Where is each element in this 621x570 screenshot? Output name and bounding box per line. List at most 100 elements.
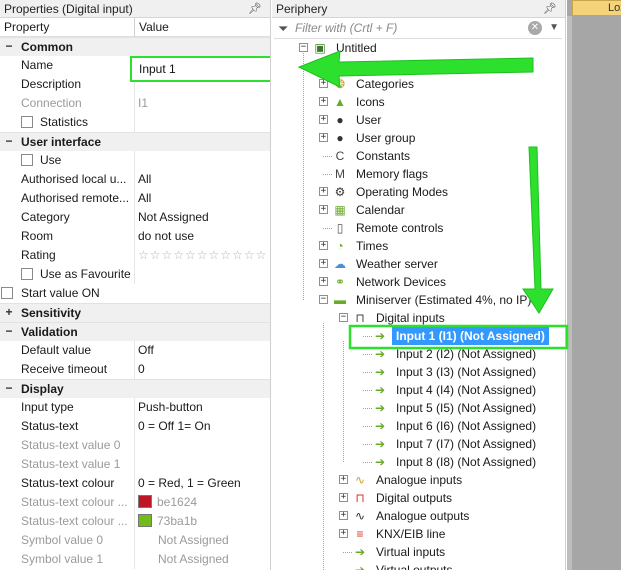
tree-node-label[interactable]: Analogue inputs <box>376 471 462 489</box>
expand-icon[interactable]: + <box>319 241 328 250</box>
property-row[interactable]: Rating ☆☆☆☆☆☆☆☆☆☆☆ <box>0 246 270 265</box>
expand-icon[interactable]: + <box>319 205 328 214</box>
tree-node[interactable]: + ❂ Categories <box>272 75 565 93</box>
tree-node-label[interactable]: Remote controls <box>356 219 443 237</box>
tree-node[interactable]: ➔ Input 7 (I7) (Not Assigned) <box>272 435 565 453</box>
property-row[interactable]: Authorised remote... All <box>0 189 270 208</box>
collapse-icon[interactable]: − <box>319 295 328 304</box>
property-row[interactable]: Status-text colour 0 = Red, 1 = Green <box>0 474 270 493</box>
tree-node-label[interactable]: Digital inputs <box>376 309 445 327</box>
document-tab[interactable]: Loxo <box>572 0 621 16</box>
tree-node[interactable]: + <box>272 57 565 75</box>
expand-icon[interactable]: + <box>339 475 348 484</box>
expand-icon[interactable]: + <box>319 187 328 196</box>
property-category[interactable]: − User interface <box>0 132 270 151</box>
checkbox[interactable] <box>21 116 33 128</box>
tree-node[interactable]: + ∿ Analogue outputs <box>272 507 565 525</box>
clear-filter-icon[interactable]: ✕ <box>528 21 542 35</box>
tree-node-label[interactable]: Virtual outputs <box>376 561 453 570</box>
checkbox[interactable] <box>21 268 33 280</box>
tree-node[interactable]: ▯ Remote controls <box>272 219 565 237</box>
property-value[interactable]: Off <box>138 341 270 360</box>
tree-node[interactable]: ➔ Input 2 (I2) (Not Assigned) <box>272 345 565 363</box>
tree-node-label[interactable]: Categories <box>356 75 414 93</box>
expand-icon[interactable]: + <box>319 259 328 268</box>
tree-node-label[interactable]: Virtual inputs <box>376 543 445 561</box>
collapse-icon[interactable]: − <box>299 43 308 52</box>
property-row[interactable]: Use as Favourite <box>0 265 270 284</box>
property-row[interactable]: Default value Off <box>0 341 270 360</box>
name-field[interactable]: Input 1 <box>130 56 270 82</box>
collapse-icon[interactable]: − <box>3 135 15 148</box>
property-row[interactable]: Status-text value 0 <box>0 436 270 455</box>
property-row[interactable]: Room do not use <box>0 227 270 246</box>
property-value[interactable]: be1624 <box>138 493 270 512</box>
property-value[interactable]: Not Assigned <box>138 208 270 227</box>
expand-icon[interactable]: + <box>319 133 328 142</box>
expand-icon[interactable]: + <box>319 97 328 106</box>
tree-node[interactable]: + ⚭ Network Devices <box>272 273 565 291</box>
property-value[interactable]: 73ba1b <box>138 512 270 531</box>
property-row[interactable]: Authorised local u... All <box>0 170 270 189</box>
property-value[interactable]: 0 = Off 1= On <box>138 417 270 436</box>
tree-node-label[interactable]: Operating Modes <box>356 183 448 201</box>
collapse-icon[interactable]: − <box>339 313 348 322</box>
property-category[interactable]: − Display <box>0 379 270 398</box>
tree-node[interactable]: ➔ Input 5 (I5) (Not Assigned) <box>272 399 565 417</box>
property-row[interactable]: Start value ON <box>0 284 270 303</box>
filter-input[interactable]: Filter with (Crtl + F) <box>295 21 397 35</box>
tree-node[interactable]: ➔ Virtual inputs <box>272 543 565 561</box>
tree-node[interactable]: ➔ Input 3 (I3) (Not Assigned) <box>272 363 565 381</box>
tree-node[interactable]: + ≡ KNX/EIB line <box>272 525 565 543</box>
tree-node-label-selected[interactable]: Input 1 (I1) (Not Assigned) <box>392 327 549 345</box>
collapse-icon[interactable]: − <box>3 325 15 338</box>
property-row[interactable]: Symbol value 0 Not Assigned <box>0 531 270 550</box>
expand-icon[interactable]: + <box>319 61 328 70</box>
tree-node[interactable]: − ▣ Untitled <box>272 39 565 57</box>
property-value[interactable]: I1 <box>138 94 270 113</box>
tree-node[interactable]: ➔ Input 1 (I1) (Not Assigned) <box>272 327 565 345</box>
tree-node[interactable]: + ∿ Analogue inputs <box>272 471 565 489</box>
tree-node[interactable]: ➔ Input 6 (I6) (Not Assigned) <box>272 417 565 435</box>
tree-node-label[interactable]: Weather server <box>356 255 438 273</box>
collapse-icon[interactable]: − <box>3 382 15 395</box>
tree-node[interactable]: C Constants <box>272 147 565 165</box>
tree-node[interactable]: − ▬ Miniserver (Estimated 4%, no IP) <box>272 291 565 309</box>
chevron-down-icon[interactable]: ▼ <box>549 22 559 33</box>
tree-node-label[interactable]: KNX/EIB line <box>376 525 445 543</box>
property-value[interactable]: All <box>138 189 270 208</box>
property-category[interactable]: + Sensitivity <box>0 303 270 322</box>
expand-icon[interactable]: + <box>339 493 348 502</box>
tree-node-label[interactable]: Input 4 (I4) (Not Assigned) <box>396 381 536 399</box>
property-row[interactable]: Status-text colour ... 73ba1b <box>0 512 270 531</box>
tree-node[interactable]: − ⊓ Digital inputs <box>272 309 565 327</box>
tree-node[interactable]: M Memory flags <box>272 165 565 183</box>
tree-node-label[interactable]: Input 6 (I6) (Not Assigned) <box>396 417 536 435</box>
tree-node[interactable]: + ⊓ Digital outputs <box>272 489 565 507</box>
property-row[interactable]: Input type Push-button <box>0 398 270 417</box>
property-value[interactable]: 0 = Red, 1 = Green <box>138 474 270 493</box>
color-swatch[interactable] <box>138 514 152 527</box>
tree-node-label[interactable]: Input 3 (I3) (Not Assigned) <box>396 363 536 381</box>
property-value[interactable]: Push-button <box>138 398 270 417</box>
expand-icon[interactable]: + <box>319 277 328 286</box>
tree-node[interactable]: + ☁ Weather server <box>272 255 565 273</box>
tree-node-label[interactable]: Miniserver (Estimated 4%, no IP) <box>356 291 531 309</box>
tree-node[interactable]: + ◔ Times <box>272 237 565 255</box>
checkbox[interactable] <box>21 154 33 166</box>
property-value[interactable]: Not Assigned <box>158 531 270 550</box>
pin-icon[interactable]: 📌︎ <box>543 0 557 18</box>
splitter[interactable] <box>567 16 572 570</box>
property-row[interactable]: Status-text colour ... be1624 <box>0 493 270 512</box>
collapse-icon[interactable]: − <box>3 40 15 53</box>
tree-node-label[interactable]: Calendar <box>356 201 405 219</box>
property-row[interactable]: Status-text value 1 <box>0 455 270 474</box>
property-row[interactable]: Symbol value 1 Not Assigned <box>0 550 270 569</box>
tree-node[interactable]: ➔ Input 4 (I4) (Not Assigned) <box>272 381 565 399</box>
pin-icon[interactable]: 📌︎ <box>248 0 262 18</box>
tree-node-label[interactable]: Untitled <box>336 39 377 57</box>
property-category[interactable]: − Common <box>0 37 270 56</box>
property-row[interactable]: Category Not Assigned <box>0 208 270 227</box>
property-row[interactable]: Use <box>0 151 270 170</box>
tree-node[interactable]: + ▦ Calendar <box>272 201 565 219</box>
